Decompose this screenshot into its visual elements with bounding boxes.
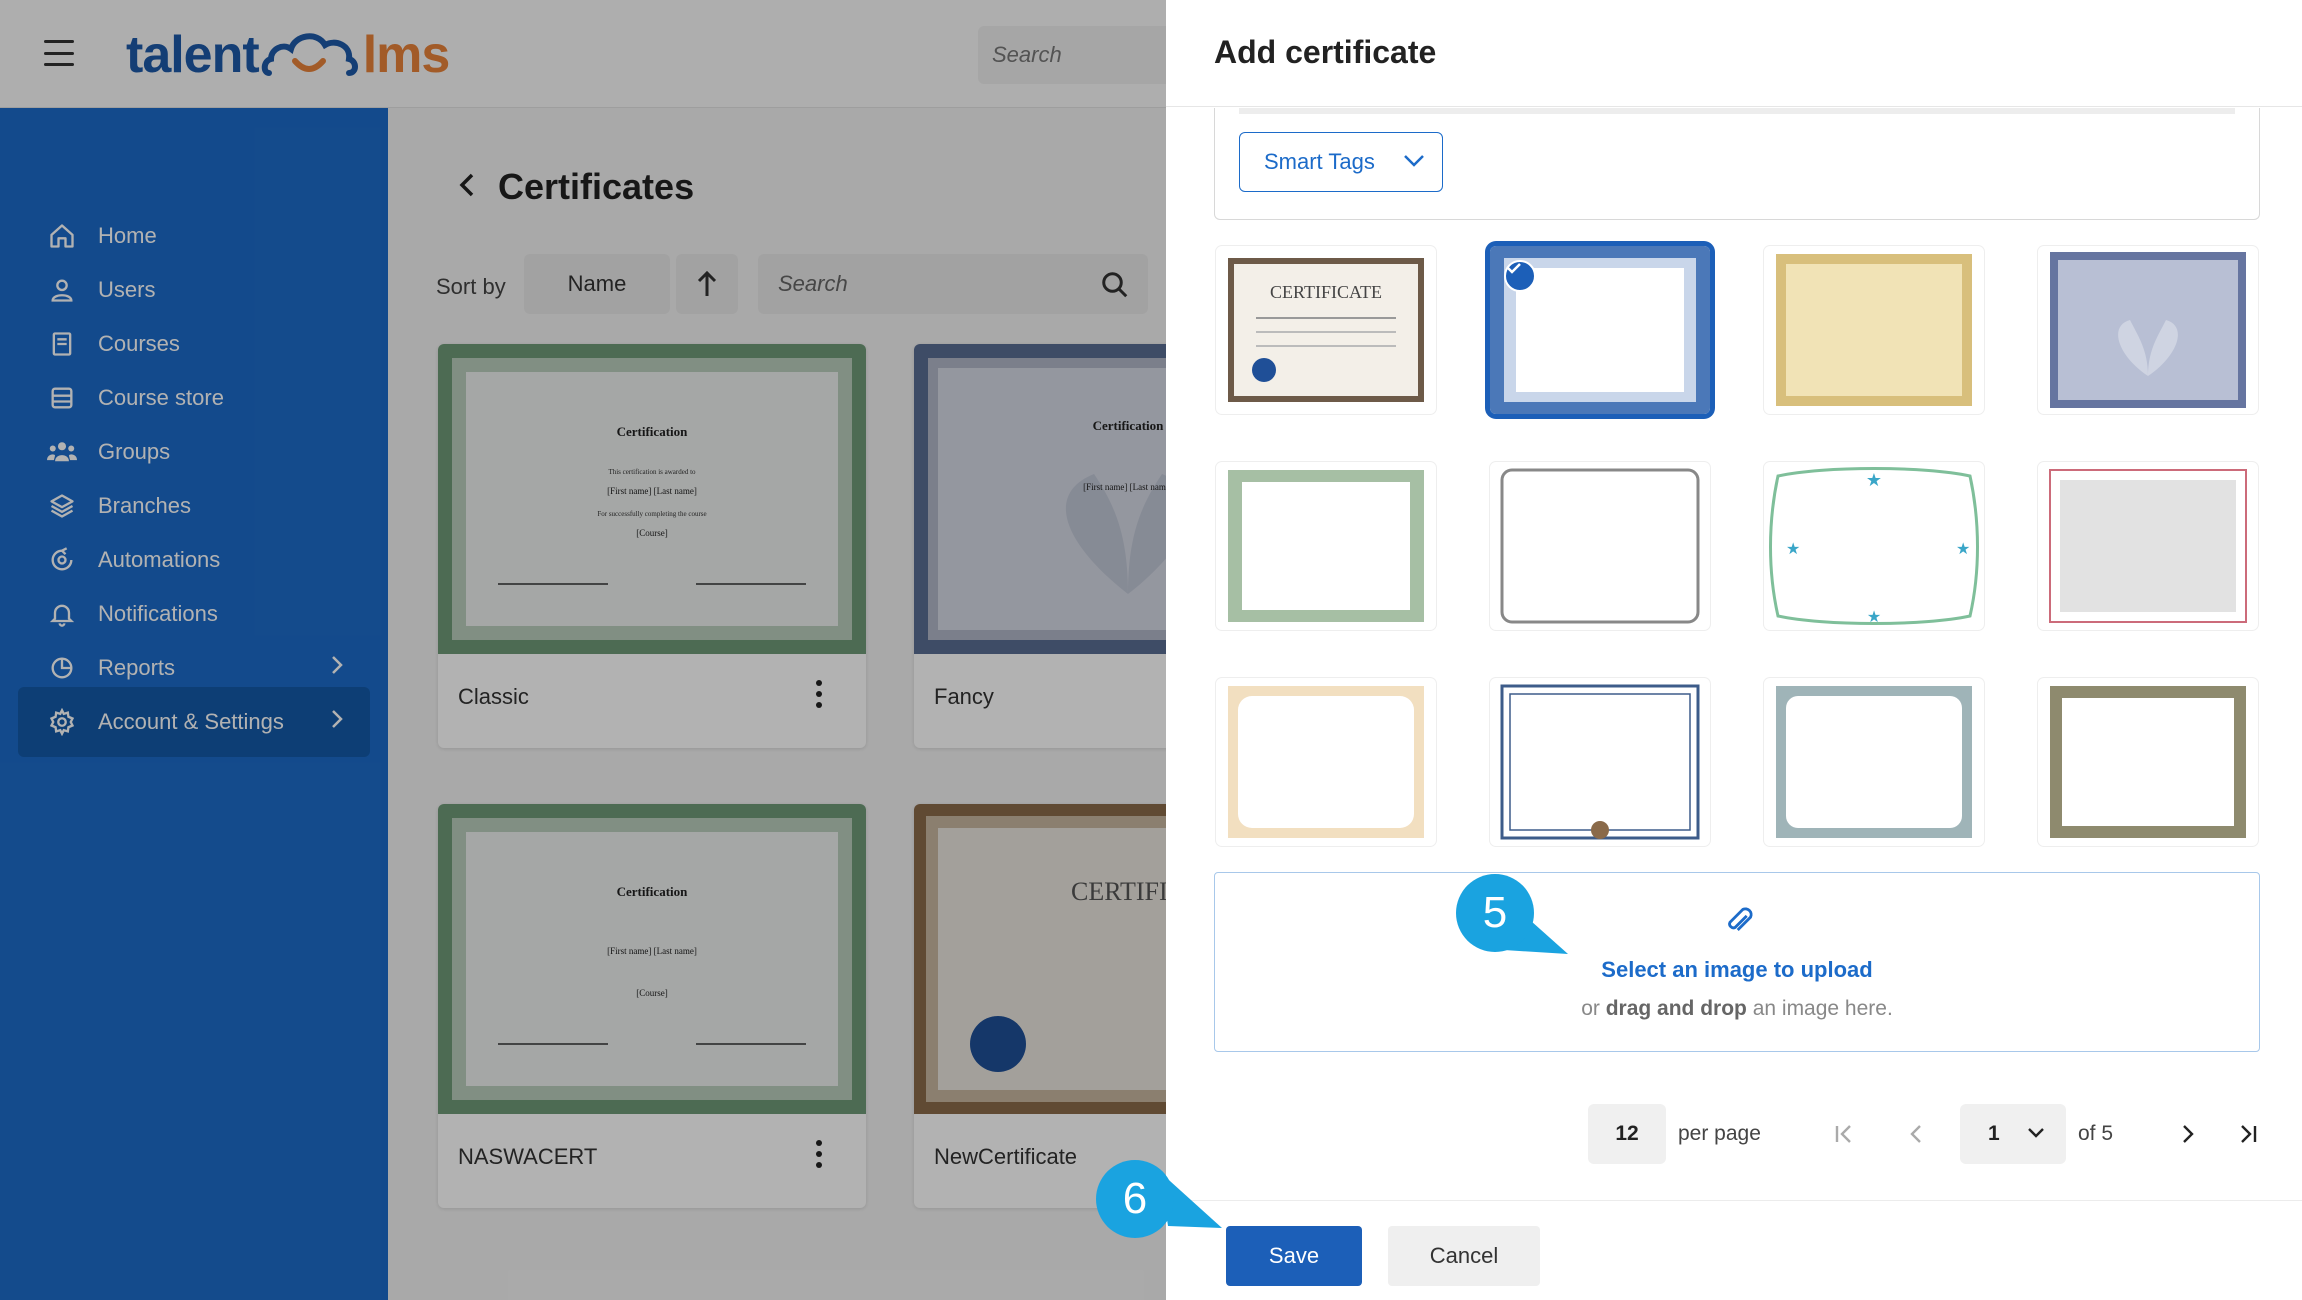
page-count-label: of 5 xyxy=(2078,1122,2114,1145)
chevron-down-icon xyxy=(2028,1128,2044,1138)
save-button[interactable]: Save xyxy=(1226,1226,1362,1286)
selected-check-icon xyxy=(1504,260,1536,292)
last-page-icon[interactable] xyxy=(2230,1116,2266,1152)
svg-text:★: ★ xyxy=(1866,470,1882,490)
template-gold[interactable] xyxy=(1764,246,1984,414)
template-green-frame[interactable] xyxy=(1216,462,1436,630)
drawer-title: Add certificate xyxy=(1214,34,1437,70)
modal-backdrop[interactable] xyxy=(0,0,1166,1300)
paperclip-icon xyxy=(1728,907,1753,932)
add-certificate-drawer: Add certificate Smart Tags CERTIFICATE ★… xyxy=(1166,0,2302,1300)
template-accreditation[interactable]: CERTIFICATE xyxy=(1216,246,1436,414)
template-olive-rope[interactable] xyxy=(2038,678,2258,846)
first-page-icon[interactable] xyxy=(1826,1116,1862,1152)
svg-text:★: ★ xyxy=(1786,541,1800,558)
step-marker-5: 5 xyxy=(1456,874,1534,952)
upload-hint: or drag and drop an image here. xyxy=(1581,997,1893,1020)
cancel-button[interactable]: Cancel xyxy=(1388,1226,1540,1286)
image-upload-dropzone[interactable]: Select an image to upload or drag and dr… xyxy=(1214,872,2260,1052)
svg-text:CERTIFICATE: CERTIFICATE xyxy=(1270,282,1382,302)
step-marker-6: 6 xyxy=(1096,1160,1174,1238)
template-plain-gray[interactable] xyxy=(1490,462,1710,630)
svg-text:★: ★ xyxy=(1956,541,1970,558)
template-lavender[interactable] xyxy=(2038,246,2258,414)
template-peach[interactable] xyxy=(1216,678,1436,846)
template-blue-scroll[interactable] xyxy=(1490,246,1710,414)
template-navy-seal[interactable] xyxy=(1490,678,1710,846)
next-page-icon[interactable] xyxy=(2170,1116,2206,1152)
divider xyxy=(1166,1200,2302,1201)
divider xyxy=(1166,106,2302,107)
per-page-select[interactable]: 12 xyxy=(1588,1104,1666,1164)
editor-scroll-remnant xyxy=(1239,108,2235,114)
smart-tags-dropdown[interactable]: Smart Tags xyxy=(1239,132,1443,192)
per-page-label: per page xyxy=(1678,1122,1761,1145)
page-select[interactable]: 1 xyxy=(1960,1104,2066,1164)
template-floral-stars[interactable]: ★ ★ ★ ★ xyxy=(1764,462,1984,630)
upload-link[interactable]: Select an image to upload xyxy=(1215,957,2259,983)
previous-page-icon[interactable] xyxy=(1898,1116,1934,1152)
chevron-down-icon xyxy=(1404,155,1424,167)
template-teal-swirl[interactable] xyxy=(1764,678,1984,846)
certificate-editor: Smart Tags xyxy=(1214,108,2260,220)
template-silver-red[interactable] xyxy=(2038,462,2258,630)
svg-text:★: ★ xyxy=(1867,609,1881,626)
